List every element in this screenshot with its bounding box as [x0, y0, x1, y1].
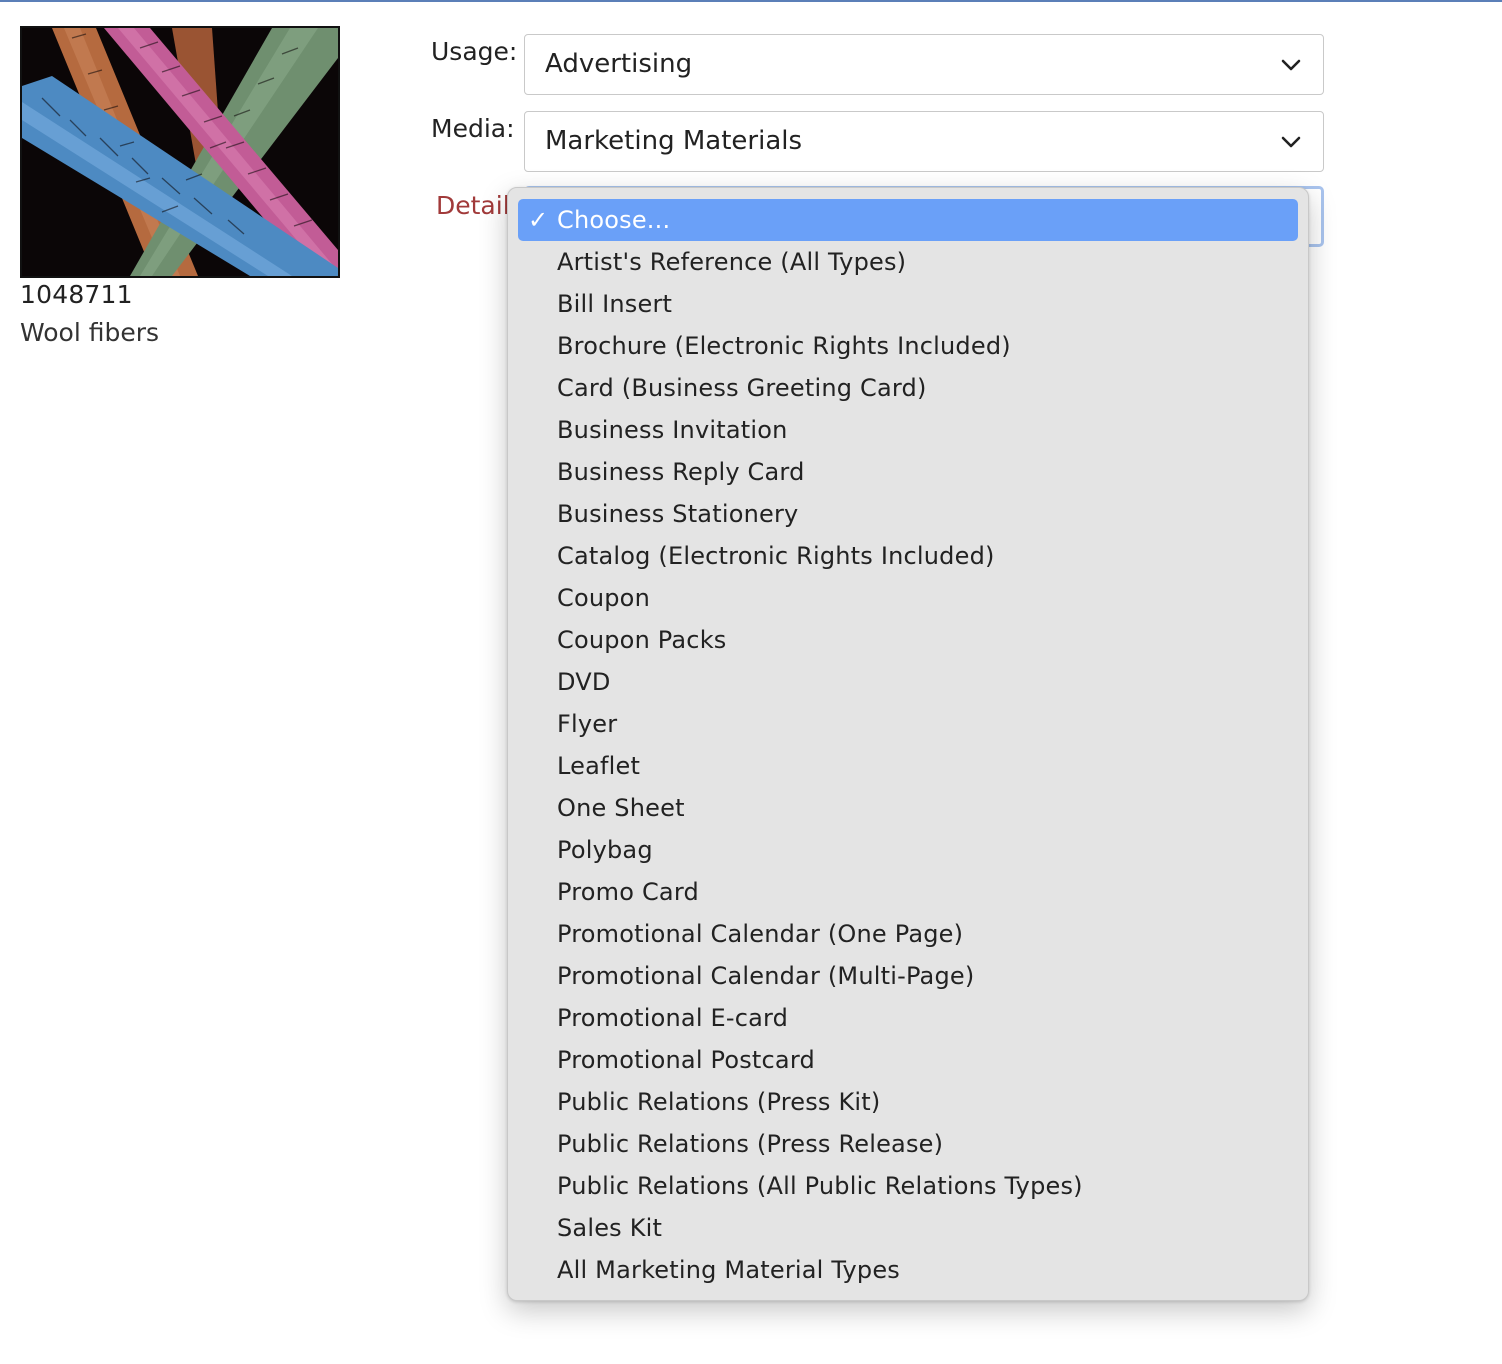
dropdown-option-label: Leaflet — [557, 752, 641, 780]
wool-fibers-image — [22, 28, 338, 276]
dropdown-option-label: Brochure (Electronic Rights Included) — [557, 332, 1011, 360]
image-thumbnail[interactable] — [20, 26, 340, 278]
image-id: 1048711 — [20, 280, 133, 309]
dropdown-option[interactable]: Flyer — [518, 703, 1298, 745]
top-rule — [0, 0, 1502, 2]
dropdown-option-label: Promotional Calendar (One Page) — [557, 920, 964, 948]
chevron-down-icon — [1281, 56, 1301, 74]
dropdown-option-label: Promotional Postcard — [557, 1046, 815, 1074]
dropdown-option-label: Promotional E-card — [557, 1004, 789, 1032]
dropdown-option[interactable]: Coupon — [518, 577, 1298, 619]
dropdown-option-label: Sales Kit — [557, 1214, 663, 1242]
dropdown-option-label: All Marketing Material Types — [557, 1256, 900, 1284]
dropdown-option[interactable]: Business Stationery — [518, 493, 1298, 535]
dropdown-option[interactable]: Brochure (Electronic Rights Included) — [518, 325, 1298, 367]
usage-label: Usage: — [431, 37, 518, 66]
dropdown-option[interactable]: Catalog (Electronic Rights Included) — [518, 535, 1298, 577]
dropdown-option[interactable]: Bill Insert — [518, 283, 1298, 325]
dropdown-option[interactable]: Coupon Packs — [518, 619, 1298, 661]
dropdown-option-label: Public Relations (Press Kit) — [557, 1088, 881, 1116]
dropdown-option-label: Artist's Reference (All Types) — [557, 248, 907, 276]
dropdown-option-label: Catalog (Electronic Rights Included) — [557, 542, 995, 570]
detail-dropdown-menu: ✓ Choose... Artist's Reference (All Type… — [507, 187, 1309, 1301]
dropdown-option[interactable]: One Sheet — [518, 787, 1298, 829]
chevron-down-icon — [1281, 133, 1301, 151]
dropdown-option[interactable]: All Marketing Material Types — [518, 1249, 1298, 1291]
dropdown-option[interactable]: Card (Business Greeting Card) — [518, 367, 1298, 409]
checkmark-icon: ✓ — [528, 206, 549, 234]
dropdown-option[interactable]: Promotional Calendar (Multi-Page) — [518, 955, 1298, 997]
dropdown-option[interactable]: Promo Card — [518, 871, 1298, 913]
media-select-value: Marketing Materials — [545, 126, 803, 156]
dropdown-option[interactable]: DVD — [518, 661, 1298, 703]
image-caption: Wool fibers — [20, 318, 160, 347]
dropdown-option-label: Public Relations (Press Release) — [557, 1130, 944, 1158]
dropdown-option-choose[interactable]: ✓ Choose... — [518, 199, 1298, 241]
dropdown-option-label: Coupon Packs — [557, 626, 727, 654]
dropdown-option[interactable]: Business Invitation — [518, 409, 1298, 451]
dropdown-option-label: Polybag — [557, 836, 653, 864]
dropdown-option[interactable]: Public Relations (All Public Relations T… — [518, 1165, 1298, 1207]
dropdown-option[interactable]: Artist's Reference (All Types) — [518, 241, 1298, 283]
dropdown-option[interactable]: Public Relations (Press Kit) — [518, 1081, 1298, 1123]
dropdown-option[interactable]: Polybag — [518, 829, 1298, 871]
dropdown-option-label: Choose... — [557, 206, 671, 234]
dropdown-option-label: One Sheet — [557, 794, 685, 822]
dropdown-option[interactable]: Promotional E-card — [518, 997, 1298, 1039]
detail-label: Detail: — [436, 191, 519, 220]
dropdown-option-label: DVD — [557, 668, 611, 696]
dropdown-option-label: Card (Business Greeting Card) — [557, 374, 927, 402]
usage-select[interactable]: Advertising — [524, 34, 1324, 95]
dropdown-option-label: Flyer — [557, 710, 618, 738]
dropdown-option-label: Business Invitation — [557, 416, 788, 444]
media-label: Media: — [431, 114, 515, 143]
dropdown-option-label: Promotional Calendar (Multi-Page) — [557, 962, 975, 990]
dropdown-option-label: Promo Card — [557, 878, 699, 906]
dropdown-option[interactable]: Promotional Postcard — [518, 1039, 1298, 1081]
dropdown-option[interactable]: Leaflet — [518, 745, 1298, 787]
dropdown-option[interactable]: Public Relations (Press Release) — [518, 1123, 1298, 1165]
usage-select-value: Advertising — [545, 49, 693, 79]
dropdown-option-label: Public Relations (All Public Relations T… — [557, 1172, 1083, 1200]
media-select[interactable]: Marketing Materials — [524, 111, 1324, 172]
dropdown-option-label: Bill Insert — [557, 290, 673, 318]
dropdown-option-label: Business Reply Card — [557, 458, 805, 486]
dropdown-option[interactable]: Business Reply Card — [518, 451, 1298, 493]
dropdown-option[interactable]: Promotional Calendar (One Page) — [518, 913, 1298, 955]
dropdown-option-label: Coupon — [557, 584, 650, 612]
dropdown-option[interactable]: Sales Kit — [518, 1207, 1298, 1249]
dropdown-option-label: Business Stationery — [557, 500, 799, 528]
